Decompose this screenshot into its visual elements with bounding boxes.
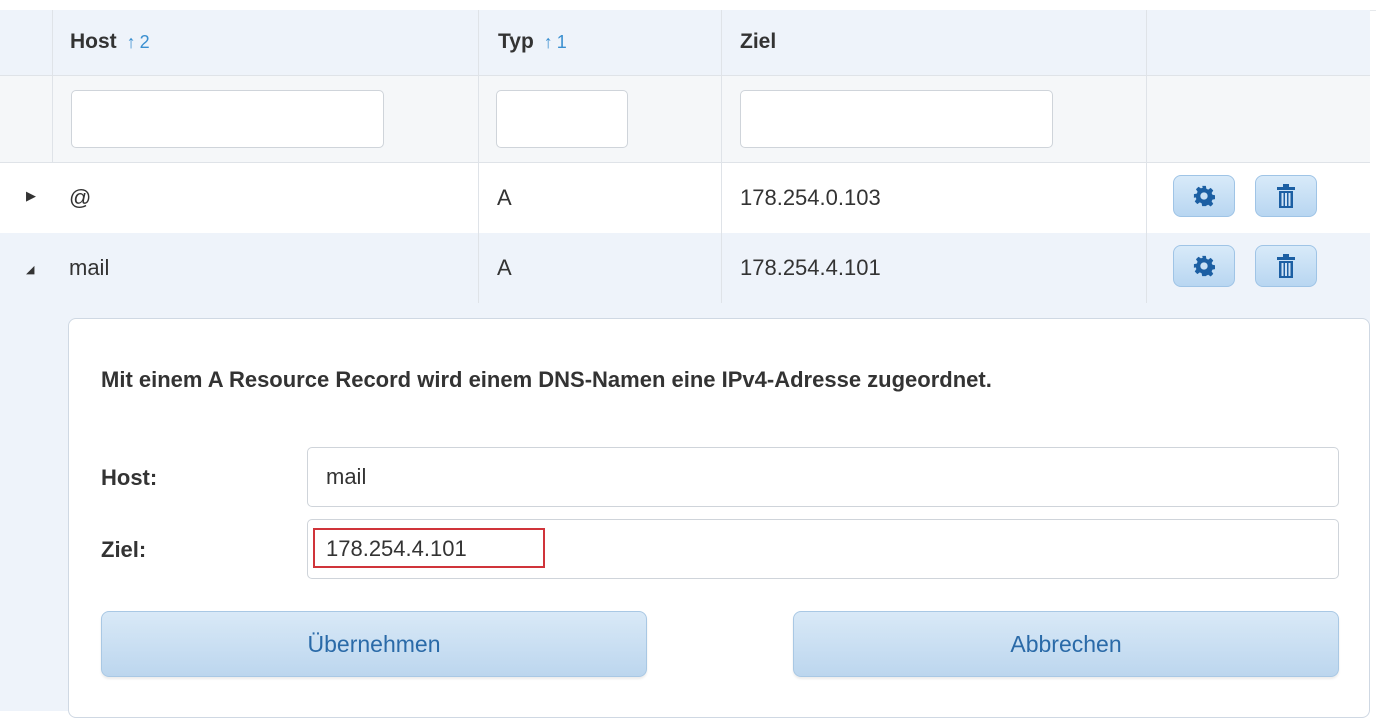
column-header-ziel[interactable]: Ziel	[721, 10, 1146, 75]
record-description: Mit einem A Resource Record wird einem D…	[101, 367, 992, 392]
record-detail-panel: Mit einem A Resource Record wird einem D…	[68, 318, 1370, 718]
table-row[interactable]: ▶ @ A 178.254.0.103	[0, 163, 1370, 234]
ziel-cell: 178.254.0.103	[721, 163, 1146, 233]
typ-cell: A	[478, 163, 721, 233]
filter-cell-typ	[478, 76, 721, 162]
host-label: Host:	[101, 465, 158, 490]
edit-button[interactable]	[1173, 245, 1235, 287]
host-filter-input[interactable]	[71, 90, 384, 148]
typ-cell: A	[478, 233, 721, 303]
ziel-cell: 178.254.4.101	[721, 233, 1146, 303]
trash-icon	[1277, 184, 1295, 208]
actions-cell	[1146, 233, 1370, 303]
trash-icon	[1277, 254, 1295, 278]
ziel-filter-input[interactable]	[740, 90, 1053, 148]
cancel-button[interactable]: Abbrechen	[793, 611, 1339, 677]
host-cell: mail	[52, 233, 478, 303]
sort-ascending-arrow-icon: ↑	[543, 32, 553, 52]
table-header: Host ↑ 2 Typ ↑ 1 Ziel	[0, 10, 1370, 76]
delete-button[interactable]	[1255, 175, 1317, 217]
edit-button[interactable]	[1173, 175, 1235, 217]
sort-order-host: 2	[139, 32, 150, 52]
host-value: mail	[69, 255, 110, 280]
highlight-box	[313, 528, 545, 568]
gear-icon	[1193, 255, 1215, 277]
host-cell: @	[52, 163, 478, 233]
filter-cell-ziel	[721, 76, 1146, 162]
sort-ascending-arrow-icon: ↑	[126, 32, 136, 52]
column-header-host[interactable]: Host ↑ 2	[52, 10, 478, 75]
column-header-typ[interactable]: Typ ↑ 1	[478, 10, 721, 75]
column-host-label: Host	[70, 30, 117, 53]
ziel-label: Ziel:	[101, 537, 147, 562]
apply-button[interactable]: Übernehmen	[101, 611, 647, 677]
typ-filter-input[interactable]	[496, 90, 628, 148]
gear-icon	[1193, 185, 1215, 207]
column-ziel-label: Ziel	[740, 30, 777, 53]
triangle-down-icon[interactable]: ◢	[26, 263, 34, 276]
sort-order-typ: 1	[556, 32, 567, 52]
column-header-actions	[1146, 10, 1370, 75]
delete-button[interactable]	[1255, 245, 1317, 287]
table-row[interactable]: ◢ mail A 178.254.4.101	[0, 233, 1370, 303]
typ-value: A	[497, 255, 512, 280]
actions-cell	[1146, 163, 1370, 233]
host-field[interactable]	[307, 447, 1339, 507]
ziel-value: 178.254.4.101	[740, 255, 881, 280]
ziel-value: 178.254.0.103	[740, 185, 881, 210]
filter-row	[0, 76, 1370, 163]
column-typ-label: Typ	[498, 30, 534, 53]
triangle-right-icon[interactable]: ▶	[26, 188, 36, 204]
typ-value: A	[497, 185, 512, 210]
filter-cell-actions	[1146, 76, 1370, 162]
filter-cell-host	[52, 76, 478, 162]
host-value: @	[69, 185, 92, 210]
